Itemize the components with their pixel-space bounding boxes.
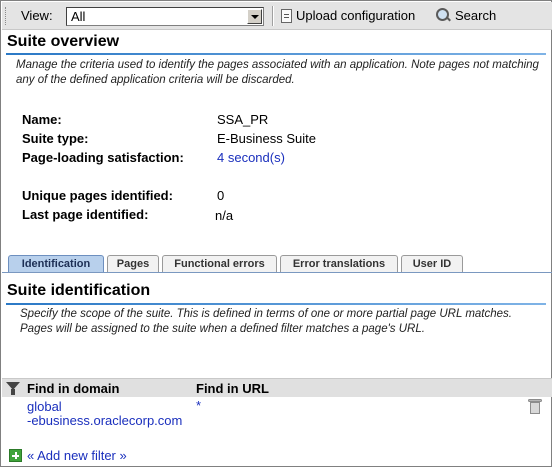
tab-error-translations[interactable]: Error translations — [280, 255, 398, 273]
last-page-value: n/a — [215, 208, 234, 223]
suite-type-label: Suite type: — [22, 131, 89, 146]
domain-link-line1[interactable]: global — [27, 399, 62, 414]
suite-identification-rule — [6, 303, 546, 305]
page-loading-satisfaction-label: Page-loading satisfaction: — [22, 150, 184, 165]
suite-overview-rule — [6, 53, 546, 55]
unique-pages-label: Unique pages identified: — [22, 188, 173, 203]
view-select[interactable]: All — [66, 7, 264, 26]
tab-functional-errors[interactable]: Functional errors — [162, 255, 277, 273]
upload-configuration-label: Upload configuration — [296, 8, 416, 23]
last-page-label: Last page identified: — [22, 207, 149, 222]
view-select-value: All — [71, 9, 86, 24]
search-icon — [436, 8, 451, 23]
toolbar-grip[interactable] — [5, 7, 8, 25]
name-label: Name: — [22, 112, 62, 127]
search-label: Search — [455, 8, 497, 23]
tab-user-id[interactable]: User ID — [401, 255, 463, 273]
suite-type-value: E-Business Suite — [217, 131, 316, 146]
suite-overview-title: Suite overview — [7, 33, 120, 50]
column-header-url: Find in URL — [196, 381, 269, 396]
name-value: SSA_PR — [217, 112, 269, 127]
column-header-domain: Find in domain — [27, 381, 120, 396]
filter-icon — [6, 382, 20, 395]
tabs-baseline — [2, 272, 552, 273]
upload-configuration-button[interactable]: Upload configuration — [281, 8, 415, 23]
search-button[interactable]: Search — [436, 8, 496, 23]
url-link[interactable]: * — [196, 398, 201, 413]
add-icon[interactable] — [9, 449, 22, 462]
add-new-filter-link[interactable]: « Add new filter » — [27, 448, 127, 463]
toolbar: View: All Upload configuration Search — [2, 2, 552, 30]
suite-identification-title: Suite identification — [7, 282, 151, 299]
tab-identification[interactable]: Identification — [8, 255, 104, 273]
unique-pages-value: 0 — [217, 188, 225, 203]
tab-pages[interactable]: Pages — [107, 255, 159, 273]
filter-table-header: Find in domain Find in URL — [2, 378, 552, 397]
window-frame: View: All Upload configuration Search Su… — [0, 0, 552, 467]
suite-identification-description: Specify the scope of the suite. This is … — [20, 308, 512, 335]
document-icon — [281, 8, 292, 23]
domain-link-line2[interactable]: -ebusiness.oraclecorp.com — [27, 413, 182, 428]
chevron-down-icon[interactable] — [247, 9, 262, 24]
view-label: View: — [21, 8, 53, 23]
delete-trash-icon[interactable] — [528, 399, 542, 414]
page-loading-satisfaction-link[interactable]: 4 second(s) — [217, 150, 285, 165]
suite-overview-description: Manage the criteria used to identify the… — [16, 59, 539, 86]
toolbar-separator — [272, 6, 274, 26]
